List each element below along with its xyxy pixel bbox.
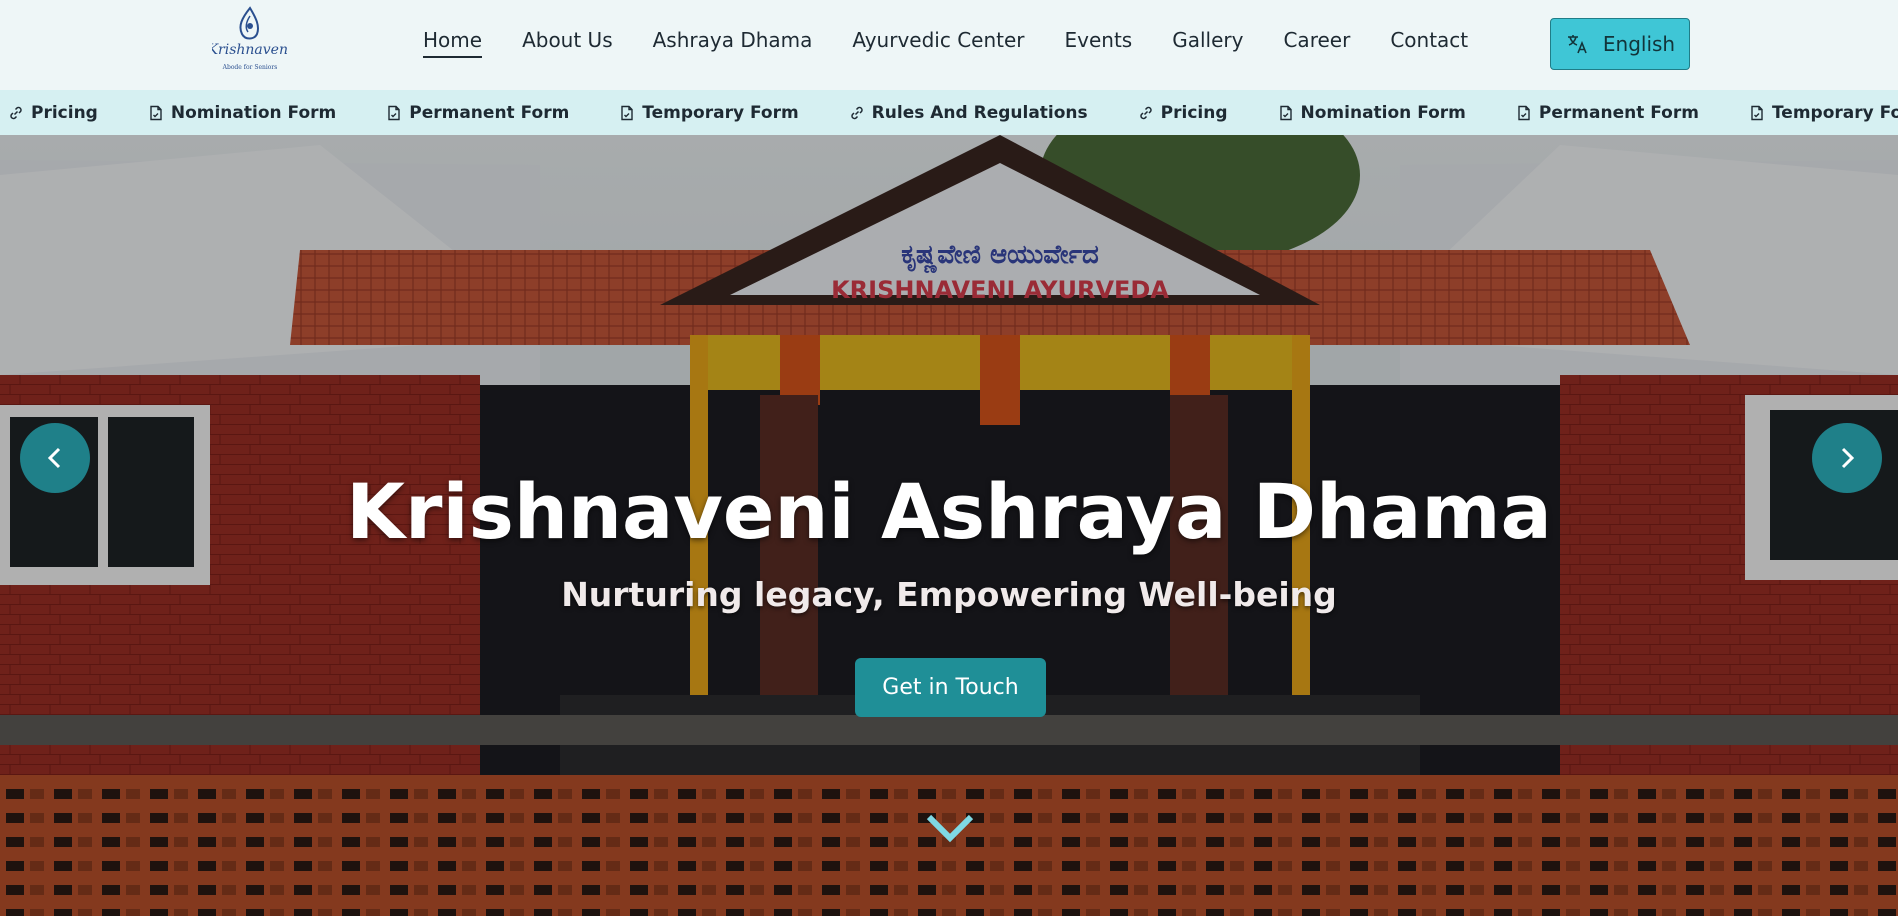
ticker-item-temporary-form[interactable]: Temporary Form [619,103,799,123]
hero-title: Krishnaveni Ashraya Dhama [346,467,1552,556]
quick-links-ticker: Pricing Nomination Form Permanent Form T… [0,90,1898,135]
ticker-item-pricing[interactable]: Pricing [8,103,98,123]
get-in-touch-button[interactable]: Get in Touch [855,658,1046,717]
translate-icon [1567,35,1587,54]
document-icon [150,105,162,120]
ticker-item-rules-and-regulations[interactable]: Rules And Regulations [849,103,1088,123]
nav-career[interactable]: Career [1283,28,1350,58]
nav-gallery[interactable]: Gallery [1172,28,1243,58]
nav-ayurvedic-center[interactable]: Ayurvedic Center [852,28,1024,58]
document-icon [621,105,633,120]
hero-carousel: ಕೃಷ್ಣವೇಣಿ ಆಯುರ್ವೇದ KRISHNAVENI AYURVEDA [0,135,1898,916]
site-header: Krishnaveni Abode for Seniors Home About… [0,0,1898,90]
document-icon [1279,105,1292,120]
main-nav: Home About Us Ashraya Dhama Ayurvedic Ce… [423,28,1508,58]
ticker-item-permanent-form[interactable]: Permanent Form [1516,103,1699,123]
link-icon [10,106,22,119]
nav-ashraya-dhama[interactable]: Ashraya Dhama [653,28,813,58]
link-icon [850,106,863,119]
document-icon [1751,105,1763,120]
ticker-item-nomination-form[interactable]: Nomination Form [148,103,336,123]
nav-contact[interactable]: Contact [1390,28,1468,58]
ticker-item-temporary-form[interactable]: Temporary Form [1749,103,1898,123]
ticker-item-nomination-form[interactable]: Nomination Form [1278,103,1466,123]
hero-subtitle: Nurturing legacy, Empowering Well-being [561,575,1337,614]
document-icon [1518,105,1530,120]
link-icon [1139,106,1152,119]
logo-emblem: Krishnaveni [212,6,288,58]
document-icon [388,105,400,120]
logo-subtitle: Abode for Seniors [222,64,278,71]
svg-text:Krishnaveni: Krishnaveni [212,42,288,58]
language-label: English [1602,32,1676,56]
nav-events[interactable]: Events [1065,28,1133,58]
ticker-item-pricing[interactable]: Pricing [1138,103,1228,123]
nav-about-us[interactable]: About Us [522,28,613,58]
nav-home[interactable]: Home [423,28,483,58]
site-logo[interactable]: Krishnaveni Abode for Seniors [212,4,288,82]
chevron-down-icon[interactable] [925,811,975,845]
ticker-item-permanent-form[interactable]: Permanent Form [386,103,569,123]
language-button[interactable]: English [1550,18,1690,70]
